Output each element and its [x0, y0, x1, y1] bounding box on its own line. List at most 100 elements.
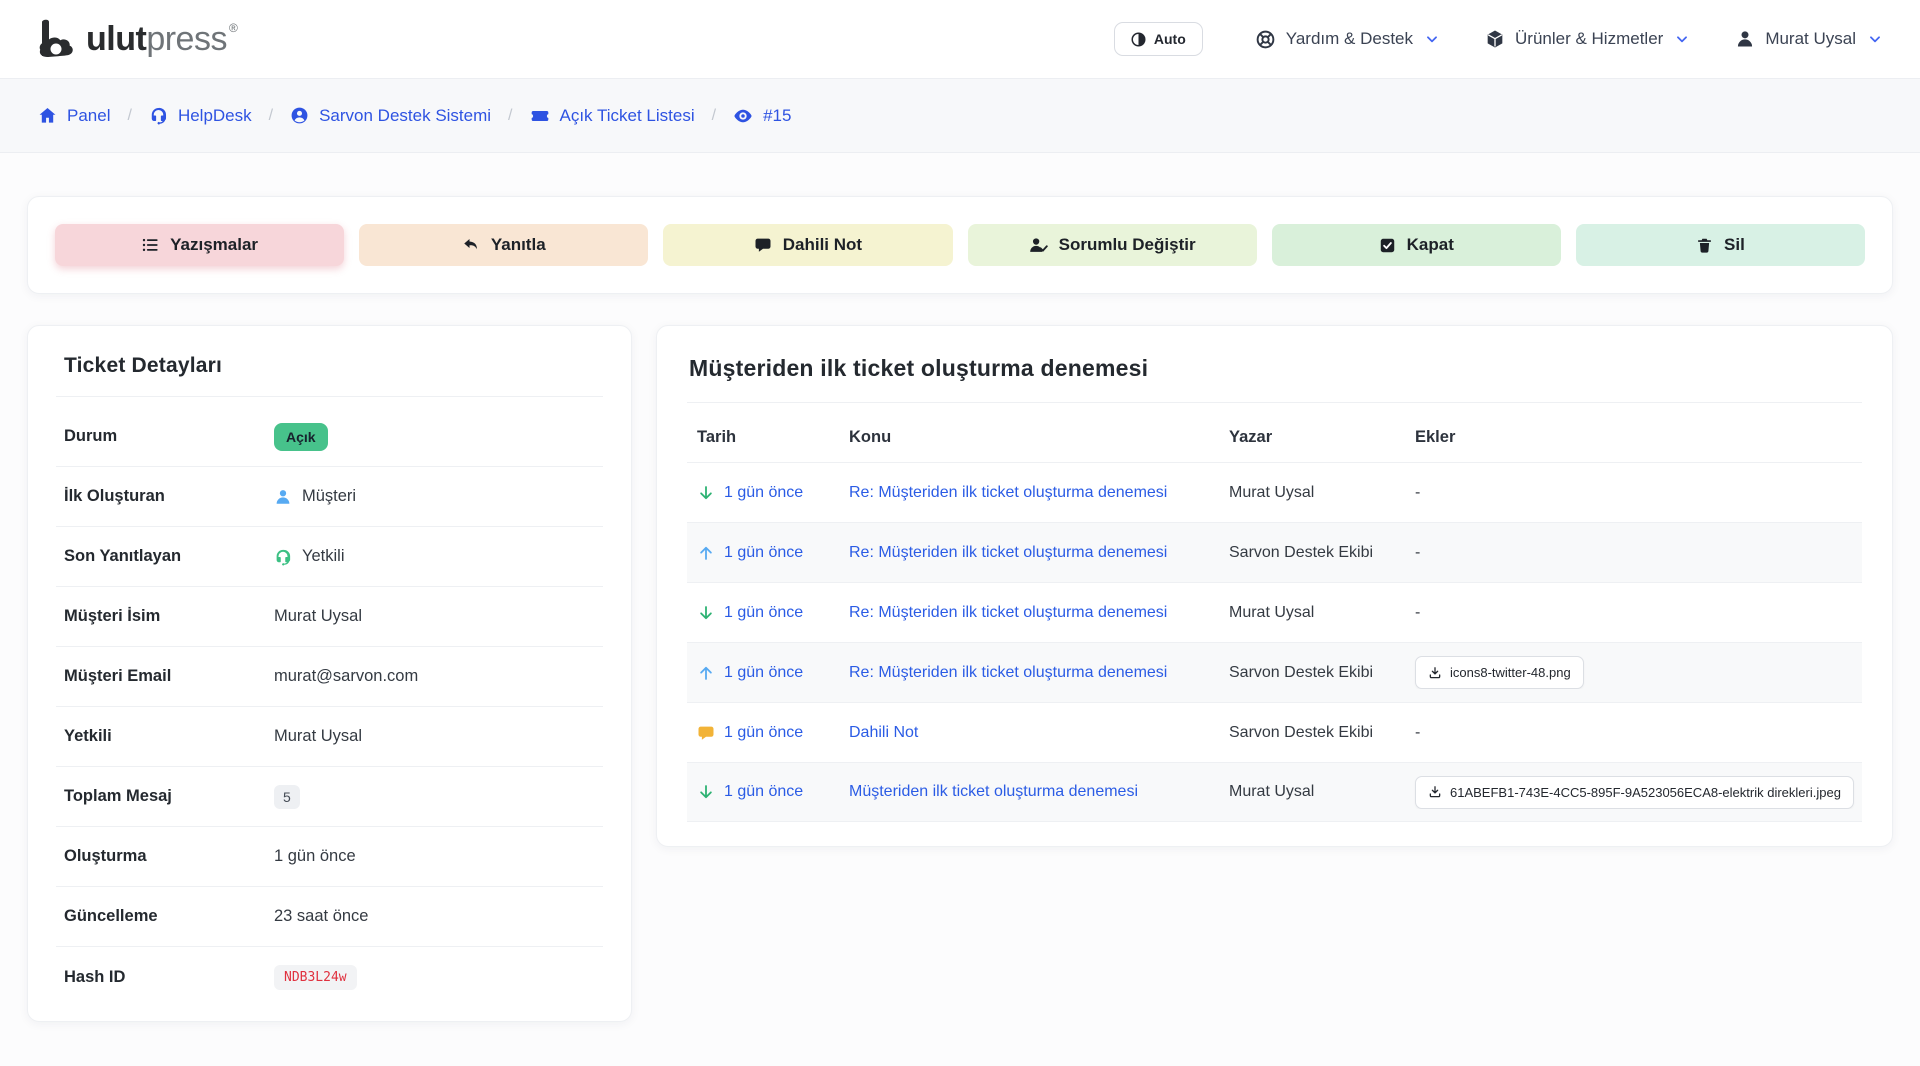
breadcrumb-helpdesk[interactable]: HelpDesk [149, 106, 252, 126]
breadcrumb-open-ticket-list[interactable]: Açık Ticket Listesi [530, 106, 695, 126]
logo-cloud-b-icon [38, 19, 84, 59]
brand-logo[interactable]: ulutpress ® [38, 19, 238, 59]
brand-name-bold: ulut [86, 20, 146, 58]
brand-name-light: press [146, 20, 227, 58]
person-circle-icon [290, 106, 309, 125]
col-author: Yazar [1219, 428, 1405, 447]
col-subject: Konu [839, 428, 1219, 447]
nav-help-support-label: Yardım & Destek [1286, 29, 1413, 49]
message-date-link[interactable]: 1 gün önce [724, 724, 803, 742]
message-date-link[interactable]: 1 gün önce [724, 604, 803, 622]
status-badge: Açık [274, 423, 328, 451]
table-row: 1 gün önce Re: Müşteriden ilk ticket olu… [687, 642, 1862, 702]
message-attachment: - [1405, 604, 1862, 622]
table-row: 1 gün önce Re: Müşteriden ilk ticket olu… [687, 462, 1862, 522]
message-author: Murat Uysal [1219, 783, 1405, 801]
nav-help-support[interactable]: Yardım & Destek [1255, 29, 1439, 50]
ticket-thread-card: Müşteriden ilk ticket oluşturma denemesi… [656, 325, 1893, 847]
chevron-down-icon [1868, 32, 1882, 46]
nav-user-menu[interactable]: Murat Uysal [1735, 29, 1882, 49]
person-check-icon [1029, 236, 1048, 255]
detail-row-last-replier: Son Yanıtlayan Yetkili [56, 527, 603, 587]
message-subject-link[interactable]: Re: Müşteriden ilk ticket oluşturma dene… [849, 484, 1167, 502]
reply-icon [462, 236, 480, 254]
message-author: Sarvon Destek Ekibi [1219, 664, 1405, 682]
table-row: 1 gün önce Re: Müşteriden ilk ticket olu… [687, 582, 1862, 642]
arrow-up-icon [697, 544, 715, 562]
ticket-details-title: Ticket Detayları [56, 326, 603, 397]
message-author: Sarvon Destek Ekibi [1219, 544, 1405, 562]
breadcrumb-ticket-15[interactable]: #15 [733, 106, 791, 126]
chevron-down-icon [1675, 32, 1689, 46]
user-icon [1735, 29, 1755, 49]
main-content: Ticket Detayları Durum Açık İlk Oluştura… [27, 325, 1893, 1022]
detail-row-customer-name: Müşteri İsim Murat Uysal [56, 587, 603, 647]
breadcrumb-separator: / [269, 107, 273, 125]
home-icon [38, 106, 57, 125]
trash-icon [1696, 237, 1713, 254]
message-author: Sarvon Destek Ekibi [1219, 724, 1405, 742]
cube-icon [1485, 29, 1505, 49]
message-subject-link[interactable]: Re: Müşteriden ilk ticket oluşturma dene… [849, 544, 1167, 562]
ticket-icon [530, 106, 550, 126]
breadcrumb-support-system[interactable]: Sarvon Destek Sistemi [290, 106, 491, 126]
message-subject-link[interactable]: Re: Müşteriden ilk ticket oluşturma dene… [849, 604, 1167, 622]
breadcrumb-separator: / [127, 107, 131, 125]
arrow-down-icon [697, 783, 715, 801]
arrow-up-icon [697, 664, 715, 682]
message-author: Murat Uysal [1219, 604, 1405, 622]
eye-icon [733, 106, 753, 126]
message-date-link[interactable]: 1 gün önce [724, 664, 803, 682]
col-attachments: Ekler [1405, 428, 1862, 447]
top-bar: ulutpress ® Auto Yardım & Destek [0, 0, 1920, 78]
arrow-down-icon [697, 484, 715, 502]
message-attachment: - [1405, 484, 1862, 502]
attachment-download-button[interactable]: 61ABEFB1-743E-4CC5-895F-9A523056ECA8-ele… [1415, 776, 1854, 809]
close-ticket-button[interactable]: Kapat [1272, 224, 1561, 266]
detail-row-assignee: Yetkili Murat Uysal [56, 707, 603, 767]
message-subject-link[interactable]: Dahili Not [849, 724, 918, 742]
hash-id-badge: NDB3L24w [274, 965, 357, 990]
messages-button[interactable]: Yazışmalar [55, 224, 344, 266]
registered-mark: ® [229, 21, 238, 35]
change-assignee-button[interactable]: Sorumlu Değiştir [968, 224, 1257, 266]
message-attachment: - [1405, 544, 1862, 562]
detail-row-created: Oluşturma 1 gün önce [56, 827, 603, 887]
internal-note-button[interactable]: Dahili Not [663, 224, 952, 266]
nav-products-services-label: Ürünler & Hizmetler [1515, 29, 1663, 49]
nav-products-services[interactable]: Ürünler & Hizmetler [1485, 29, 1689, 49]
theme-auto-label: Auto [1154, 31, 1186, 47]
check-square-icon [1379, 237, 1396, 254]
message-date-link[interactable]: 1 gün önce [724, 783, 803, 801]
circle-half-icon [1131, 32, 1146, 47]
breadcrumb-panel[interactable]: Panel [38, 106, 110, 126]
detail-row-status: Durum Açık [56, 407, 603, 467]
col-date: Tarih [687, 428, 839, 447]
detail-row-updated: Güncelleme 23 saat önce [56, 887, 603, 947]
detail-row-hash-id: Hash ID NDB3L24w [56, 947, 603, 1007]
ticket-actions-card: Yazışmalar Yanıtla Dahili Not Sorumlu De… [27, 196, 1893, 294]
reply-button[interactable]: Yanıtla [359, 224, 648, 266]
breadcrumb-separator: / [712, 107, 716, 125]
message-date-link[interactable]: 1 gün önce [724, 484, 803, 502]
message-date-link[interactable]: 1 gün önce [724, 544, 803, 562]
theme-auto-button[interactable]: Auto [1114, 22, 1203, 56]
headset-icon [149, 106, 168, 125]
table-header: Tarih Konu Yazar Ekler [687, 411, 1862, 462]
message-subject-link[interactable]: Müşteriden ilk ticket oluşturma denemesi [849, 783, 1138, 801]
arrow-down-icon [697, 604, 715, 622]
table-row: 1 gün önce Re: Müşteriden ilk ticket olu… [687, 522, 1862, 582]
customer-person-icon [274, 488, 292, 506]
message-subject-link[interactable]: Re: Müşteriden ilk ticket oluşturma dene… [849, 664, 1167, 682]
ticket-details-card: Ticket Detayları Durum Açık İlk Oluştura… [27, 325, 632, 1022]
delete-button[interactable]: Sil [1576, 224, 1865, 266]
detail-row-customer-email: Müşteri Email murat@sarvon.com [56, 647, 603, 707]
breadcrumb-separator: / [508, 107, 512, 125]
nav-user-label: Murat Uysal [1765, 29, 1856, 49]
attachment-download-button[interactable]: icons8-twitter-48.png [1415, 656, 1584, 689]
table-row: 1 gün önce Müşteriden ilk ticket oluştur… [687, 762, 1862, 822]
top-nav: Auto Yardım & Destek Ürünler & Hizm [1114, 22, 1882, 56]
detail-row-first-creator: İlk Oluşturan Müşteri [56, 467, 603, 527]
chat-icon [754, 236, 772, 254]
thread-title: Müşteriden ilk ticket oluşturma denemesi [687, 326, 1862, 403]
